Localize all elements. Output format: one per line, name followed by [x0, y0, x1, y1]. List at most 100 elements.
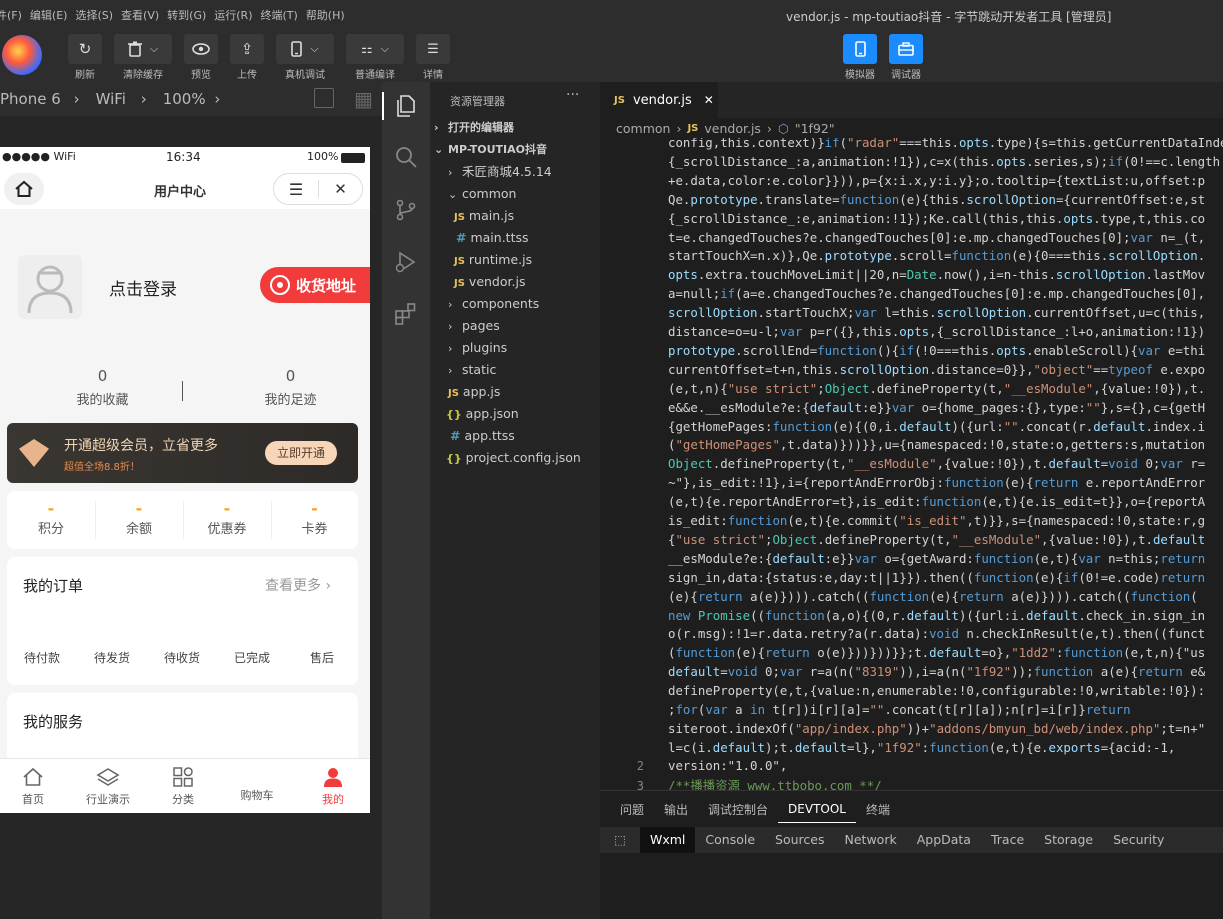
network-select[interactable]: WiFi › — [96, 90, 147, 108]
eye-icon — [192, 43, 210, 55]
tree-folder[interactable]: › plugins — [448, 337, 507, 359]
favorites-stat[interactable]: 0 我的收藏 — [40, 367, 165, 408]
project-section[interactable]: ⌄ MP-TOUTIAO抖音 — [434, 139, 547, 161]
menu-terminal[interactable]: 终端(T) — [253, 7, 298, 23]
devtools-tab-appdata[interactable]: AppData — [907, 827, 981, 853]
tree-folder-common[interactable]: ⌄ common — [448, 183, 516, 205]
orders-more-link[interactable]: 查看更多 › — [265, 575, 331, 595]
tree-folder[interactable]: › components — [448, 293, 539, 315]
menu-icon[interactable]: ☰ — [274, 180, 318, 199]
breadcrumb-folder[interactable]: common — [616, 121, 670, 136]
extensions-icon[interactable] — [394, 302, 418, 326]
tree-folder[interactable]: › static — [448, 359, 496, 381]
vip-open-button[interactable]: 立即开通 — [265, 441, 337, 465]
more-actions-icon[interactable]: ··· — [566, 87, 579, 103]
upload-button[interactable]: ⇪ — [230, 34, 264, 64]
open-editors-section[interactable]: › 打开的编辑器 — [434, 117, 514, 139]
menu-file[interactable]: 件(F) — [0, 7, 22, 23]
tab-output[interactable]: 输出 — [654, 801, 698, 818]
source-control-icon[interactable] — [394, 198, 418, 222]
run-debug-icon[interactable] — [394, 250, 418, 274]
avatar[interactable] — [2, 35, 42, 75]
refresh-button[interactable]: ↻ — [68, 34, 102, 64]
breadcrumb-symbol[interactable]: "1f92" — [795, 121, 835, 136]
explorer-icon[interactable] — [394, 94, 418, 118]
points-asset[interactable]: - 积分 — [7, 499, 95, 537]
tab-mine[interactable]: 我的 — [308, 767, 358, 807]
tree-file[interactable]: JS main.js — [454, 205, 514, 227]
compile-mode-button[interactable]: ⚏ ⌵ — [346, 34, 404, 64]
close-icon[interactable]: ✕ — [319, 180, 362, 198]
tree-file[interactable]: JS runtime.js — [454, 249, 532, 271]
tree-file[interactable]: # app.ttss — [450, 425, 515, 447]
devtools-tab-console[interactable]: Console — [695, 827, 765, 853]
editor-tab[interactable]: JS vendor.js ✕ — [600, 82, 718, 118]
devtools-tab-network[interactable]: Network — [835, 827, 907, 853]
inspect-icon[interactable]: ⬚ — [600, 827, 640, 853]
user-avatar[interactable] — [18, 255, 82, 319]
menu-run[interactable]: 运行(R) — [206, 7, 252, 23]
footprints-stat[interactable]: 0 我的足迹 — [228, 367, 353, 408]
menu-select[interactable]: 选择(S) — [67, 7, 113, 23]
tab-industry[interactable]: 行业演示 — [78, 767, 138, 807]
order-after-sales[interactable]: 售后 — [310, 649, 334, 666]
phone-nav-bar: 用户中心 ☰ ✕ — [0, 169, 370, 209]
vip-title: 开通超级会员，立省更多 — [64, 438, 218, 454]
balance-asset[interactable]: - 余额 — [95, 499, 183, 537]
close-icon[interactable]: ✕ — [704, 93, 714, 107]
menu-help[interactable]: 帮助(H) — [298, 7, 345, 23]
tab-home[interactable]: 首页 — [8, 767, 58, 807]
breadcrumb-file[interactable]: vendor.js — [704, 121, 761, 136]
chevron-down-icon: ⌄ — [448, 188, 458, 201]
devtools-tab-security[interactable]: Security — [1103, 827, 1174, 853]
coupon-asset[interactable]: - 优惠券 — [183, 499, 271, 537]
order-pending-shipment[interactable]: 待发货 — [94, 649, 130, 666]
order-pending-payment[interactable]: 待付款 — [24, 649, 60, 666]
diamond-icon — [19, 439, 49, 467]
preview-button[interactable] — [184, 34, 218, 64]
tree-folder[interactable]: › pages — [448, 315, 500, 337]
menu-view[interactable]: 查看(V) — [113, 7, 159, 23]
device-select[interactable]: Phone 6 › — [0, 90, 80, 108]
vip-banner[interactable]: 开通超级会员，立省更多 超值全场8.8折！ 立即开通 — [7, 423, 358, 483]
devtools-tab-storage[interactable]: Storage — [1034, 827, 1103, 853]
tree-file[interactable]: # main.ttss — [456, 227, 529, 249]
tree-file[interactable]: {} project.config.json — [446, 447, 581, 469]
chevron-right-icon: › — [448, 166, 453, 179]
devtools-tab-wxml[interactable]: Wxml — [640, 827, 696, 853]
card-asset[interactable]: - 卡券 — [271, 499, 358, 537]
tab-terminal[interactable]: 终端 — [856, 801, 900, 818]
tree-file[interactable]: {} app.json — [446, 403, 519, 425]
menu-edit[interactable]: 编辑(E) — [22, 7, 68, 23]
debugger-toggle[interactable] — [889, 34, 923, 64]
home-icon — [23, 767, 43, 786]
code-editor[interactable]: config,this.context)}if("radar"===this.o… — [600, 138, 1223, 790]
order-completed[interactable]: 已完成 — [234, 649, 270, 666]
chevron-right-icon: › — [434, 121, 439, 134]
details-button[interactable]: ☰ — [416, 34, 450, 64]
tab-devtool[interactable]: DEVTOOL — [778, 795, 856, 823]
tab-category[interactable]: 分类 — [158, 767, 208, 807]
tree-folder[interactable]: › 禾匠商城4.5.14 — [448, 161, 552, 183]
copy-window-icon[interactable] — [314, 88, 334, 108]
clear-cache-button[interactable]: ⌵ — [114, 34, 172, 64]
devtools-tab-sources[interactable]: Sources — [765, 827, 834, 853]
grid-layout-icon[interactable]: ▦ — [354, 89, 373, 109]
code-line-2: version:"1.0.0", — [668, 758, 788, 773]
tab-cart[interactable]: 购物车 — [232, 767, 282, 803]
tree-file[interactable]: JS app.js — [448, 381, 500, 403]
tree-file-active[interactable]: JS vendor.js — [454, 271, 525, 293]
order-pending-receipt[interactable]: 待收货 — [164, 649, 200, 666]
devtools-tab-trace[interactable]: Trace — [981, 827, 1034, 853]
login-link[interactable]: 点击登录 — [109, 275, 177, 300]
simulator-toggle[interactable] — [843, 34, 877, 64]
tab-debug-console[interactable]: 调试控制台 — [698, 801, 778, 818]
menu-goto[interactable]: 转到(G) — [159, 7, 206, 23]
device-debug-button[interactable]: ⌵ — [276, 34, 334, 64]
search-icon[interactable] — [394, 145, 418, 169]
tab-problems[interactable]: 问题 — [600, 801, 654, 818]
address-button[interactable]: 收货地址 — [260, 267, 370, 303]
home-button[interactable] — [4, 173, 44, 205]
page-title: 用户中心 — [154, 185, 207, 200]
zoom-select[interactable]: 100% › — [163, 90, 221, 108]
